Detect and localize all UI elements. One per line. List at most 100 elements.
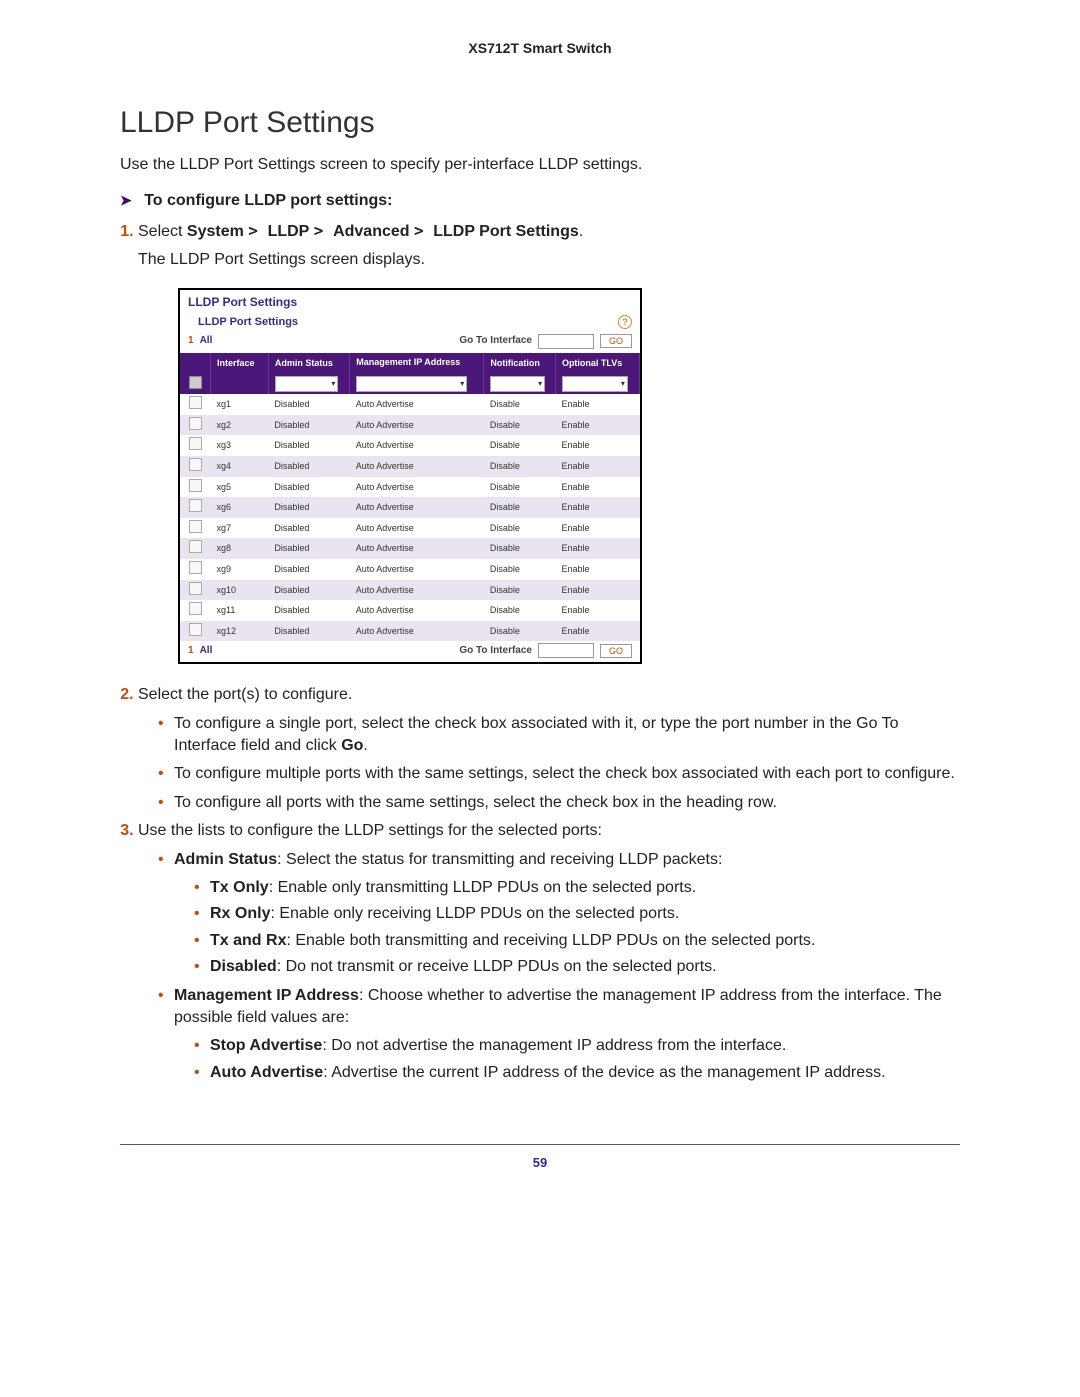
- cell-mgmt-ip: Auto Advertise: [350, 559, 484, 580]
- cell-mgmt-ip: Auto Advertise: [350, 580, 484, 601]
- list-item: Stop Advertise: Do not advertise the man…: [194, 1035, 960, 1057]
- step-2: Select the port(s) to configure. To conf…: [138, 684, 960, 814]
- goto-interface-input-bottom[interactable]: [538, 643, 594, 658]
- goto-interface-label: Go To Interface: [459, 334, 532, 348]
- row-checkbox[interactable]: [189, 561, 202, 574]
- panel-subtitle: LLDP Port Settings: [198, 315, 298, 330]
- cell-mgmt-ip: Auto Advertise: [350, 497, 484, 518]
- filter-notification[interactable]: [490, 376, 545, 392]
- col-interface: Interface: [211, 353, 269, 374]
- cell-mgmt-ip: Auto Advertise: [350, 600, 484, 621]
- list-item: To configure a single port, select the c…: [158, 713, 960, 758]
- cell-notification: Disable: [484, 559, 556, 580]
- row-checkbox[interactable]: [189, 437, 202, 450]
- step2-text: Select the port(s) to configure.: [138, 686, 352, 703]
- row-checkbox[interactable]: [189, 458, 202, 471]
- row-checkbox[interactable]: [189, 582, 202, 595]
- list-item: Auto Advertise: Advertise the current IP…: [194, 1062, 960, 1084]
- help-icon[interactable]: ?: [618, 315, 632, 329]
- cell-notification: Disable: [484, 456, 556, 477]
- filter-mgmt-ip[interactable]: [356, 376, 467, 392]
- cell-notification: Disable: [484, 518, 556, 539]
- row-checkbox[interactable]: [189, 479, 202, 492]
- cell-mgmt-ip: Auto Advertise: [350, 477, 484, 498]
- cell-interface: xg3: [211, 435, 269, 456]
- cell-interface: xg12: [211, 621, 269, 642]
- col-checkbox: [180, 353, 211, 374]
- lldp-table: Interface Admin Status Management IP Add…: [180, 353, 640, 641]
- breadcrumb-system: System: [187, 223, 244, 240]
- page-all-link-bottom[interactable]: All: [200, 644, 213, 658]
- page-number: 59: [120, 1155, 960, 1170]
- list-item: Tx and Rx: Enable both transmitting and …: [194, 930, 960, 952]
- filter-optional-tlvs[interactable]: [562, 376, 628, 392]
- cell-interface: xg5: [211, 477, 269, 498]
- row-checkbox[interactable]: [189, 602, 202, 615]
- go-button[interactable]: GO: [600, 334, 632, 348]
- cell-admin-status: Disabled: [268, 477, 349, 498]
- go-button-bottom[interactable]: GO: [600, 644, 632, 658]
- cell-admin-status: Disabled: [268, 600, 349, 621]
- cell-admin-status: Disabled: [268, 518, 349, 539]
- cell-admin-status: Disabled: [268, 580, 349, 601]
- cell-optional-tlvs: Enable: [555, 538, 639, 559]
- table-row: xg1DisabledAuto AdvertiseDisableEnable: [180, 394, 640, 415]
- table-row: xg5DisabledAuto AdvertiseDisableEnable: [180, 477, 640, 498]
- cell-mgmt-ip: Auto Advertise: [350, 518, 484, 539]
- procedure-title-text: To configure LLDP port settings:: [144, 192, 392, 209]
- step1-followup: The LLDP Port Settings screen displays.: [138, 249, 960, 271]
- cell-optional-tlvs: Enable: [555, 580, 639, 601]
- table-row: xg3DisabledAuto AdvertiseDisableEnable: [180, 435, 640, 456]
- table-row: xg7DisabledAuto AdvertiseDisableEnable: [180, 518, 640, 539]
- cell-notification: Disable: [484, 538, 556, 559]
- breadcrumb-sep: >: [314, 221, 333, 240]
- row-checkbox[interactable]: [189, 540, 202, 553]
- cell-mgmt-ip: Auto Advertise: [350, 456, 484, 477]
- col-notification: Notification: [484, 353, 556, 374]
- cell-optional-tlvs: Enable: [555, 518, 639, 539]
- page-one-link[interactable]: 1: [188, 334, 194, 348]
- goto-interface-input[interactable]: [538, 334, 594, 349]
- nav-row-bottom: 1 All Go To Interface GO: [180, 641, 640, 662]
- table-row: xg9DisabledAuto AdvertiseDisableEnable: [180, 559, 640, 580]
- row-checkbox[interactable]: [189, 520, 202, 533]
- page-one-link-bottom[interactable]: 1: [188, 644, 194, 658]
- row-checkbox[interactable]: [189, 396, 202, 409]
- panel-title: LLDP Port Settings: [180, 290, 640, 313]
- step1-prefix: Select: [138, 223, 187, 240]
- cell-admin-status: Disabled: [268, 456, 349, 477]
- row-checkbox[interactable]: [189, 499, 202, 512]
- cell-optional-tlvs: Enable: [555, 621, 639, 642]
- step3-text: Use the lists to configure the LLDP sett…: [138, 822, 602, 839]
- nav-row-top: 1 All Go To Interface GO: [180, 332, 640, 353]
- cell-notification: Disable: [484, 600, 556, 621]
- table-header-row: Interface Admin Status Management IP Add…: [180, 353, 640, 374]
- cell-notification: Disable: [484, 580, 556, 601]
- table-row: xg8DisabledAuto AdvertiseDisableEnable: [180, 538, 640, 559]
- filter-row: [180, 374, 640, 395]
- cell-admin-status: Disabled: [268, 415, 349, 436]
- list-item: Tx Only: Enable only transmitting LLDP P…: [194, 877, 960, 899]
- col-admin-status: Admin Status: [268, 353, 349, 374]
- cell-optional-tlvs: Enable: [555, 559, 639, 580]
- col-mgmt-ip: Management IP Address: [350, 353, 484, 374]
- intro-text: Use the LLDP Port Settings screen to spe…: [120, 156, 960, 174]
- breadcrumb-sep: >: [248, 221, 267, 240]
- goto-interface-label-bottom: Go To Interface: [459, 644, 532, 658]
- cell-optional-tlvs: Enable: [555, 394, 639, 415]
- table-row: xg12DisabledAuto AdvertiseDisableEnable: [180, 621, 640, 642]
- cell-admin-status: Disabled: [268, 538, 349, 559]
- list-item: Admin Status: Select the status for tran…: [158, 849, 960, 979]
- list-item: Disabled: Do not transmit or receive LLD…: [194, 956, 960, 978]
- filter-admin-status[interactable]: [275, 376, 339, 392]
- cell-interface: xg8: [211, 538, 269, 559]
- breadcrumb-advanced: Advanced: [333, 223, 409, 240]
- cell-notification: Disable: [484, 435, 556, 456]
- row-checkbox[interactable]: [189, 623, 202, 636]
- select-all-checkbox[interactable]: [189, 376, 202, 389]
- page-all-link[interactable]: All: [200, 334, 213, 348]
- row-checkbox[interactable]: [189, 417, 202, 430]
- cell-mgmt-ip: Auto Advertise: [350, 415, 484, 436]
- cell-mgmt-ip: Auto Advertise: [350, 394, 484, 415]
- list-item: To configure all ports with the same set…: [158, 792, 960, 814]
